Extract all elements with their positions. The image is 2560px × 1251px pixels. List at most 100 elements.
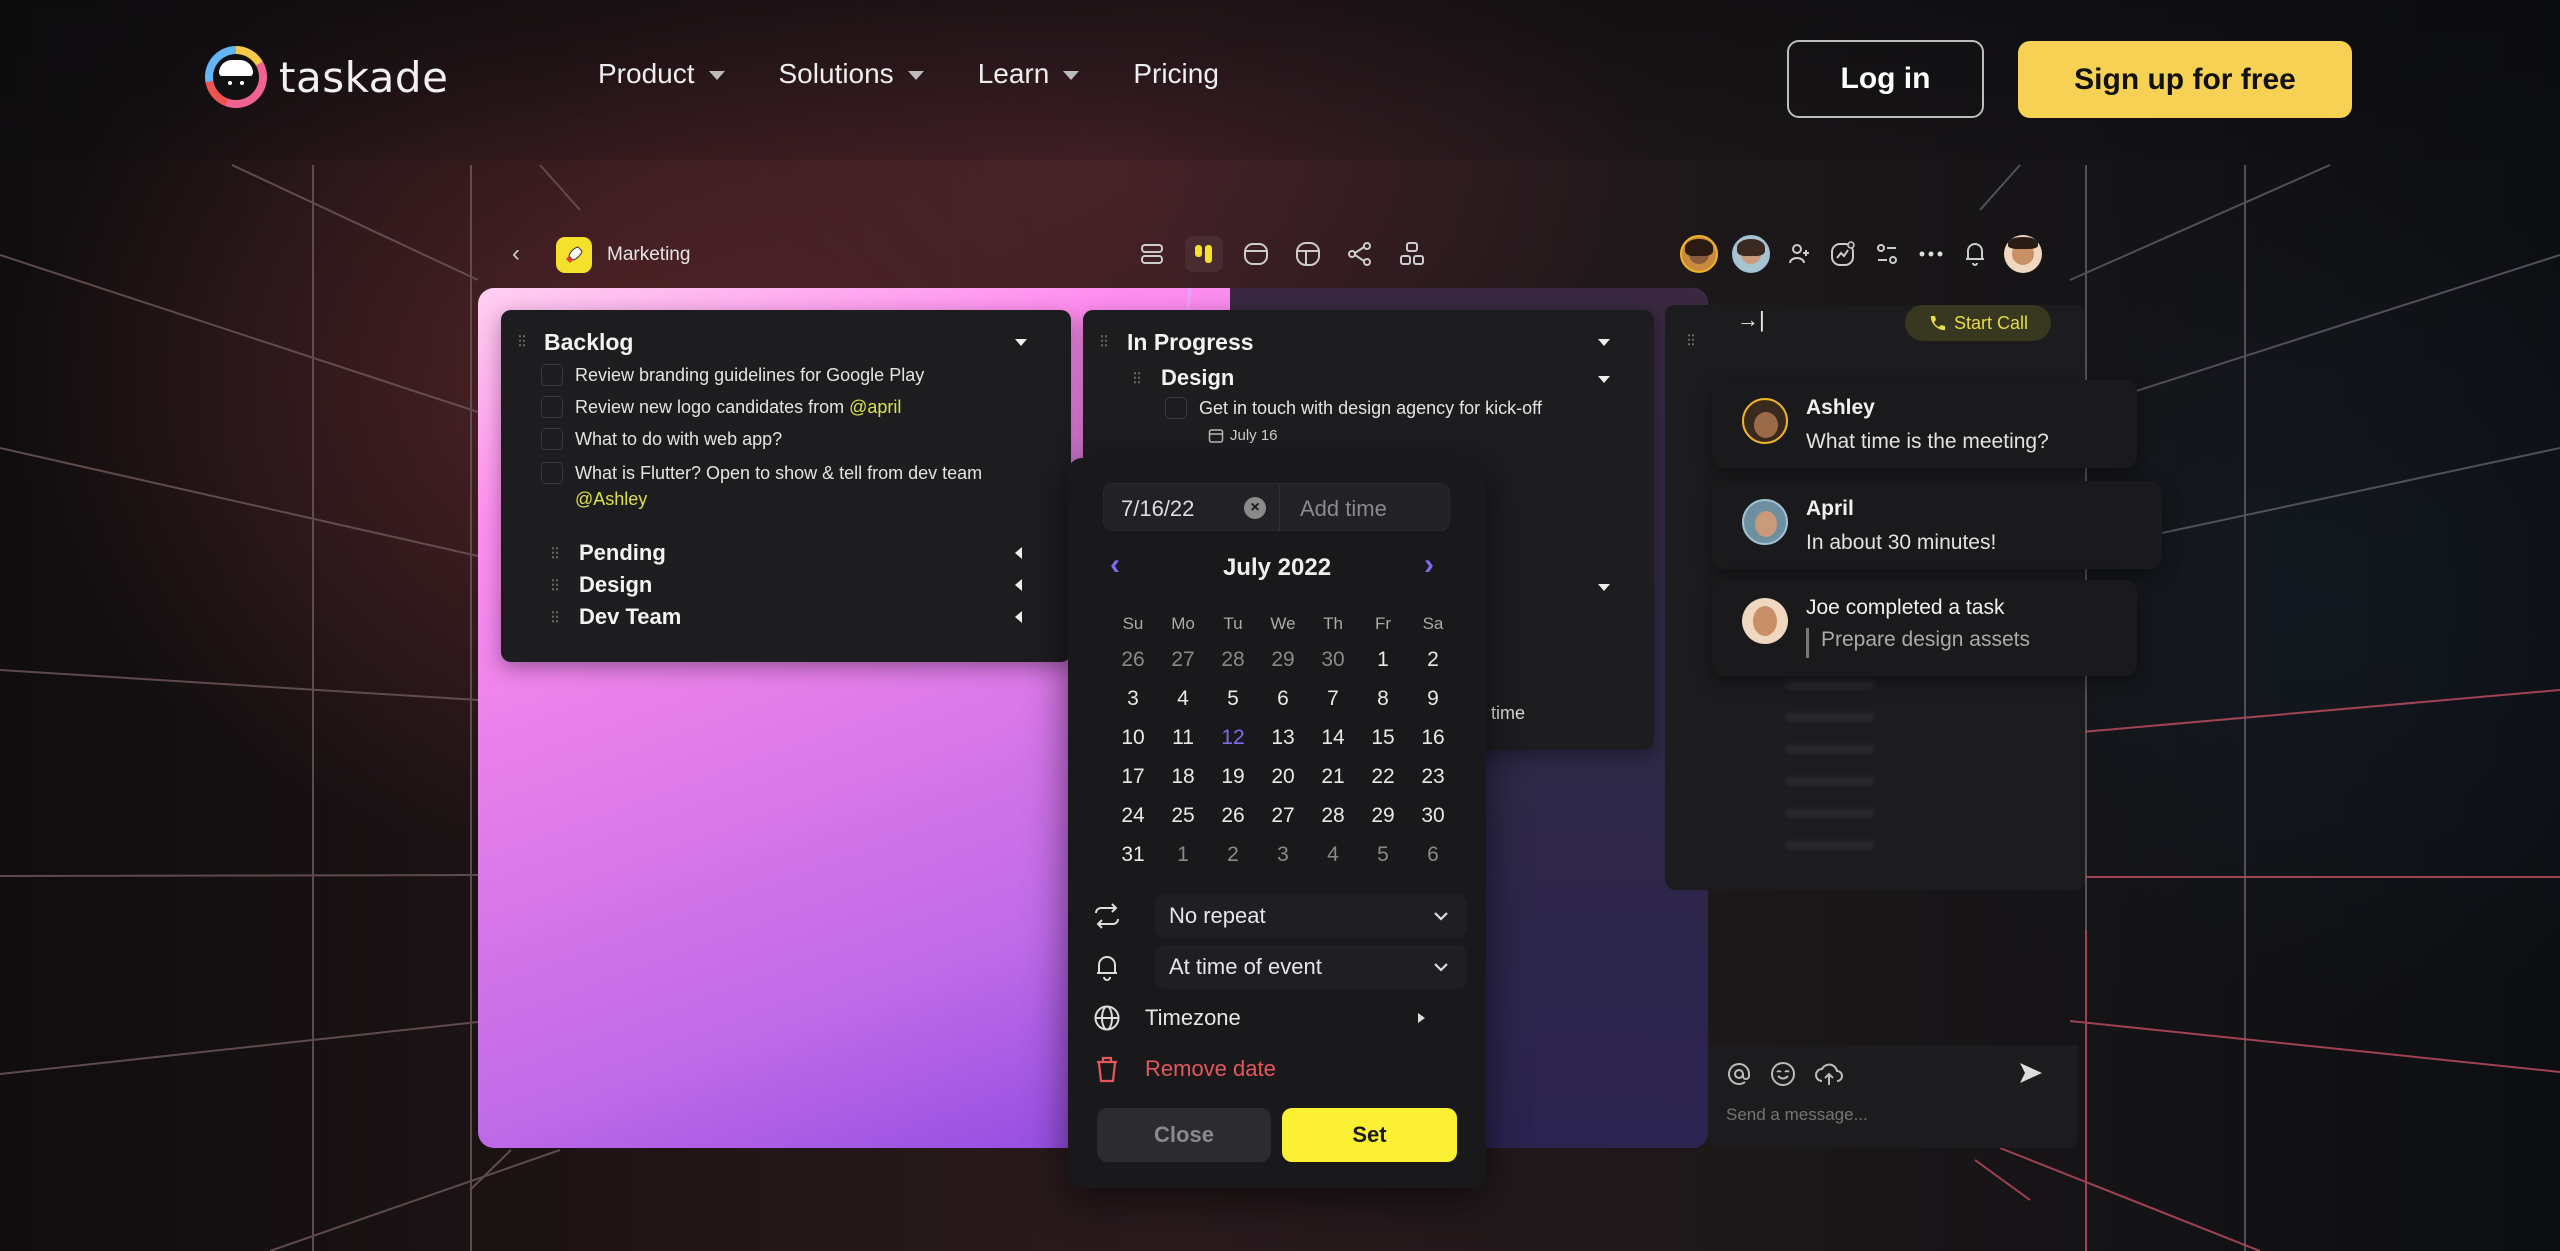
drag-handle-icon[interactable] — [551, 546, 559, 560]
reminder-select[interactable]: At time of event — [1155, 945, 1467, 989]
calendar-day[interactable]: 18 — [1158, 757, 1208, 796]
subgroup-title[interactable]: Design — [579, 572, 652, 598]
calendar-view-icon[interactable] — [1237, 236, 1275, 272]
collapse-caret-icon[interactable] — [1598, 584, 1610, 591]
calendar-day-outside-month[interactable]: 2 — [1208, 835, 1258, 874]
activity-icon[interactable] — [1828, 239, 1858, 269]
calendar-day[interactable]: 28 — [1308, 796, 1358, 835]
list-view-icon[interactable] — [1133, 236, 1171, 272]
add-member-icon[interactable] — [1784, 239, 1814, 269]
calendar-day[interactable]: 2 — [1408, 640, 1458, 679]
expand-caret-icon[interactable] — [1015, 611, 1022, 623]
nav-learn[interactable]: Learn — [978, 58, 1080, 90]
send-icon[interactable] — [2018, 1061, 2044, 1085]
calendar-day[interactable]: 13 — [1258, 718, 1308, 757]
calendar-day[interactable]: 25 — [1158, 796, 1208, 835]
calendar-day[interactable]: 9 — [1408, 679, 1458, 718]
back-chevron-icon[interactable]: ‹ — [512, 240, 520, 268]
nav-pricing[interactable]: Pricing — [1133, 58, 1219, 90]
calendar-day[interactable]: 23 — [1408, 757, 1458, 796]
calendar-day-outside-month[interactable]: 1 — [1158, 835, 1208, 874]
calendar-day[interactable]: 11 — [1158, 718, 1208, 757]
calendar-day[interactable]: 7 — [1308, 679, 1358, 718]
expand-caret-icon[interactable] — [1015, 579, 1022, 591]
calendar-day[interactable]: 15 — [1358, 718, 1408, 757]
calendar-day[interactable]: 19 — [1208, 757, 1258, 796]
bell-icon[interactable] — [1960, 239, 1990, 269]
repeat-select[interactable]: No repeat — [1155, 894, 1467, 938]
mention-link[interactable]: @april — [849, 397, 901, 417]
calendar-day[interactable]: 6 — [1258, 679, 1308, 718]
calendar-day-outside-month[interactable]: 27 — [1158, 640, 1208, 679]
drag-handle-icon[interactable] — [518, 334, 526, 348]
nav-product[interactable]: Product — [598, 58, 725, 90]
mention-link[interactable]: @Ashley — [575, 489, 647, 509]
signup-button[interactable]: Sign up for free — [2018, 41, 2352, 118]
calendar-day[interactable]: 1 — [1358, 640, 1408, 679]
calendar-day[interactable]: 14 — [1308, 718, 1358, 757]
subgroup-title[interactable]: Pending — [579, 540, 666, 566]
due-date-tag[interactable]: July 16 — [1208, 427, 1278, 444]
calendar-day-outside-month[interactable]: 30 — [1308, 640, 1358, 679]
task-checkbox[interactable] — [541, 364, 563, 386]
date-input[interactable]: 7/16/22 — [1121, 496, 1194, 522]
nav-solutions[interactable]: Solutions — [779, 58, 924, 90]
calendar-day[interactable]: 3 — [1108, 679, 1158, 718]
next-month-icon[interactable]: › — [1424, 548, 1434, 582]
calendar-day[interactable]: 27 — [1258, 796, 1308, 835]
expand-caret-icon[interactable] — [1015, 547, 1022, 559]
calendar-day-outside-month[interactable]: 26 — [1108, 640, 1158, 679]
task-checkbox[interactable] — [541, 462, 563, 484]
avatar-april[interactable] — [1732, 235, 1770, 273]
task-checkbox[interactable] — [1165, 397, 1187, 419]
remove-date-row[interactable]: Remove date — [1090, 1047, 1465, 1091]
taskade-logo[interactable]: taskade — [205, 46, 448, 108]
set-button[interactable]: Set — [1282, 1108, 1457, 1162]
calendar-day[interactable]: 22 — [1358, 757, 1408, 796]
calendar-day[interactable]: 29 — [1358, 796, 1408, 835]
drag-handle-icon[interactable] — [551, 578, 559, 592]
calendar-day[interactable]: 16 — [1408, 718, 1458, 757]
calendar-day-outside-month[interactable]: 6 — [1408, 835, 1458, 874]
upload-icon[interactable] — [1814, 1061, 1844, 1087]
drag-handle-icon[interactable] — [1687, 333, 1695, 347]
subgroup-title[interactable]: Dev Team — [579, 604, 681, 630]
calendar-day-outside-month[interactable]: 5 — [1358, 835, 1408, 874]
board-view-icon[interactable] — [1185, 236, 1223, 272]
org-chart-view-icon[interactable] — [1393, 236, 1431, 272]
calendar-day-outside-month[interactable]: 4 — [1308, 835, 1358, 874]
avatar-ashley[interactable] — [1680, 235, 1718, 273]
calendar-day[interactable]: 5 — [1208, 679, 1258, 718]
collapse-caret-icon[interactable] — [1598, 376, 1610, 383]
task-checkbox[interactable] — [541, 428, 563, 450]
mention-icon[interactable] — [1726, 1061, 1752, 1087]
table-view-icon[interactable] — [1289, 236, 1327, 272]
timezone-row[interactable]: Timezone — [1090, 996, 1465, 1040]
calendar-day-outside-month[interactable]: 28 — [1208, 640, 1258, 679]
calendar-day[interactable]: 10 — [1108, 718, 1158, 757]
drag-handle-icon[interactable] — [1133, 371, 1141, 385]
calendar-day[interactable]: 24 — [1108, 796, 1158, 835]
add-time-input[interactable]: Add time — [1300, 496, 1387, 522]
filter-icon[interactable] — [1872, 239, 1902, 269]
mindmap-view-icon[interactable] — [1341, 236, 1379, 272]
calendar-day[interactable]: 8 — [1358, 679, 1408, 718]
calendar-day[interactable]: 17 — [1108, 757, 1158, 796]
message-input[interactable] — [1726, 1105, 2026, 1125]
drag-handle-icon[interactable] — [1100, 334, 1108, 348]
more-icon[interactable] — [1916, 239, 1946, 269]
calendar-day[interactable]: 12 — [1208, 718, 1258, 757]
calendar-day[interactable]: 4 — [1158, 679, 1208, 718]
collapse-caret-icon[interactable] — [1015, 339, 1027, 346]
collapse-panel-icon[interactable]: →| — [1737, 307, 1765, 333]
calendar-day[interactable]: 30 — [1408, 796, 1458, 835]
calendar-day[interactable]: 20 — [1258, 757, 1308, 796]
avatar-joe[interactable] — [2004, 235, 2042, 273]
task-checkbox[interactable] — [541, 396, 563, 418]
drag-handle-icon[interactable] — [551, 610, 559, 624]
start-call-button[interactable]: Start Call — [1905, 305, 2051, 341]
clear-date-icon[interactable]: × — [1244, 497, 1266, 519]
calendar-day-outside-month[interactable]: 29 — [1258, 640, 1308, 679]
emoji-icon[interactable] — [1770, 1061, 1796, 1087]
calendar-day[interactable]: 26 — [1208, 796, 1258, 835]
